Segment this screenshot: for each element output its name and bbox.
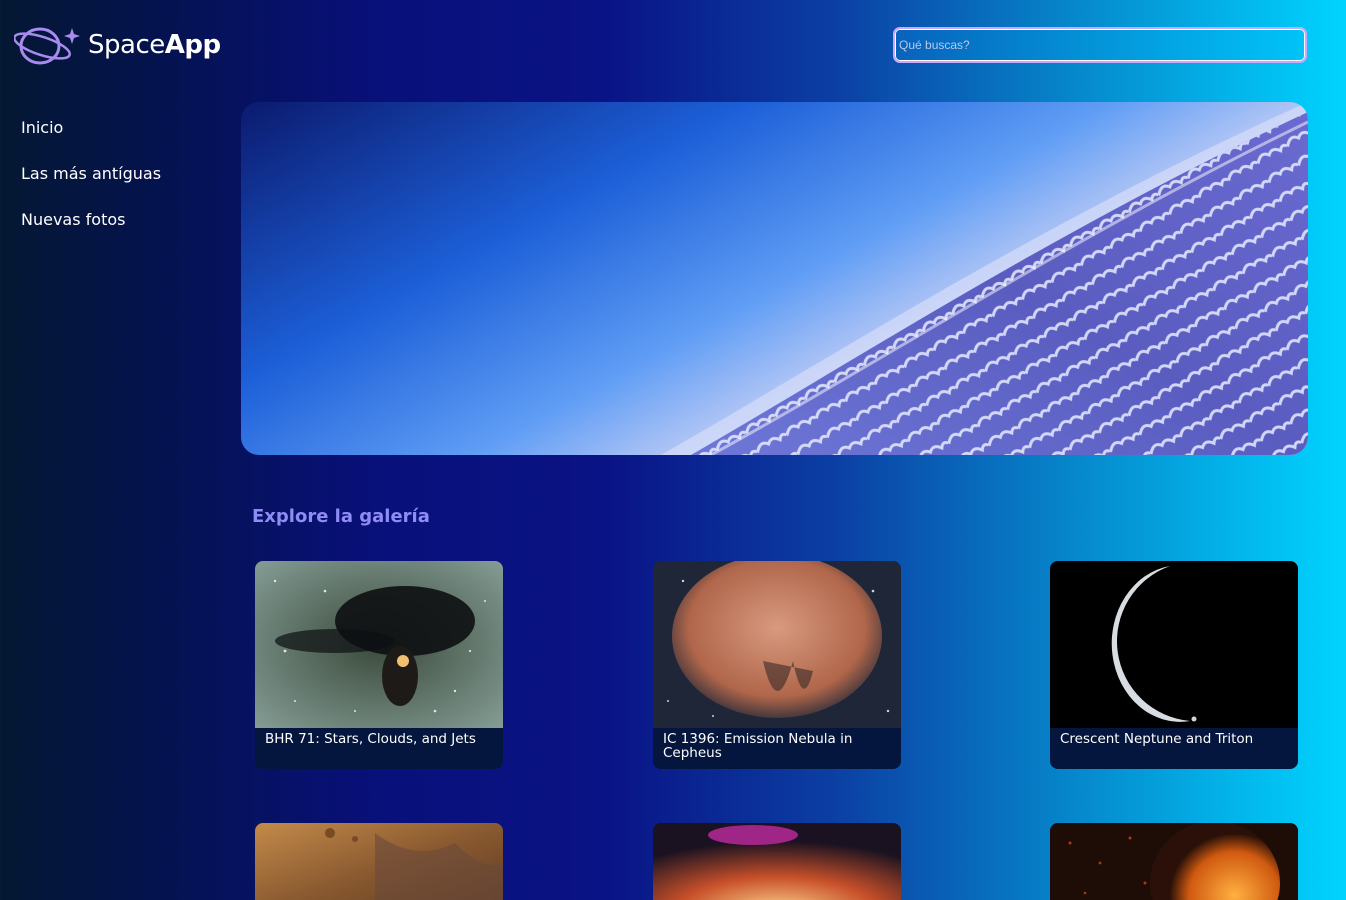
sidebar-item-mas-antiguas[interactable]: Las más antíguas: [21, 150, 221, 196]
planet-logo-icon: [14, 27, 80, 65]
sidebar-item-nuevas-fotos[interactable]: Nuevas fotos: [21, 196, 221, 242]
sidebar-item-inicio[interactable]: Inicio: [21, 104, 221, 150]
card-image: [653, 561, 901, 728]
card-caption: IC 1396: Emission Nebula in Cepheus: [663, 731, 853, 761]
gallery-card[interactable]: [653, 823, 901, 900]
card-image: [653, 823, 901, 900]
gallery-card[interactable]: [1050, 823, 1298, 900]
card-image: [255, 823, 503, 900]
gallery-card[interactable]: Crescent Neptune and Triton: [1050, 561, 1298, 769]
card-image: [1050, 823, 1298, 900]
search-input[interactable]: [899, 38, 1301, 52]
card-image: [255, 561, 503, 728]
gallery-card[interactable]: BHR 71: Stars, Clouds, and Jets: [255, 561, 503, 769]
search-box[interactable]: [893, 27, 1307, 63]
gallery-card[interactable]: [255, 823, 503, 900]
sidebar: Inicio Las más antíguas Nuevas fotos: [21, 104, 221, 242]
hero-banner: [241, 102, 1308, 455]
earth-horizon-image: [241, 102, 1308, 455]
gallery-title: Explore la galería: [252, 506, 430, 527]
gallery-card[interactable]: IC 1396: Emission Nebula in Cepheus: [653, 561, 901, 769]
logo[interactable]: SpaceApp: [14, 22, 221, 68]
card-caption: Crescent Neptune and Triton: [1060, 731, 1254, 747]
app-name: SpaceApp: [88, 30, 221, 60]
card-caption: BHR 71: Stars, Clouds, and Jets: [265, 731, 476, 747]
card-image: [1050, 561, 1298, 728]
